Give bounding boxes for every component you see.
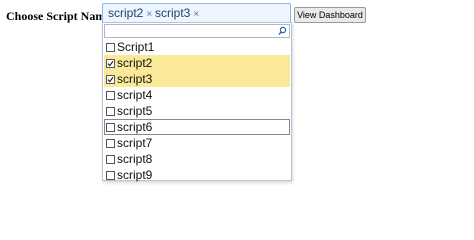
selected-token: script3 × xyxy=(152,5,202,21)
option-item[interactable]: Script1 xyxy=(104,39,290,55)
option-label: script5 xyxy=(117,104,153,118)
option-label: script2 xyxy=(117,56,153,70)
remove-token-icon[interactable]: × xyxy=(193,9,199,20)
token-label: script3 xyxy=(155,6,191,20)
option-checkbox[interactable] xyxy=(106,155,115,164)
option-checkbox[interactable] xyxy=(106,43,115,52)
search-icon xyxy=(278,25,287,37)
option-checkbox[interactable] xyxy=(106,107,115,116)
script-multiselect[interactable]: script2 × script3 × xyxy=(102,3,291,23)
option-item[interactable]: script7 xyxy=(104,135,290,151)
option-checkbox[interactable] xyxy=(106,171,115,180)
option-item[interactable]: script6 xyxy=(104,119,290,135)
option-label: script3 xyxy=(117,72,153,86)
option-item[interactable]: script8 xyxy=(104,151,290,167)
checkmark-icon xyxy=(107,76,114,83)
option-label: script8 xyxy=(117,152,153,166)
options-dropdown: Script1 script2 script3 script4 script5 scrip… xyxy=(102,22,292,183)
option-checkbox[interactable] xyxy=(106,139,115,148)
option-label: script4 xyxy=(117,88,153,102)
filter-input[interactable] xyxy=(104,24,290,38)
option-item[interactable]: script2 xyxy=(104,55,290,71)
option-checkbox[interactable] xyxy=(106,59,115,68)
option-label: script7 xyxy=(117,136,153,150)
option-checkbox[interactable] xyxy=(106,91,115,100)
checkmark-icon xyxy=(107,60,114,67)
option-label: Script1 xyxy=(117,40,155,54)
option-item[interactable]: script4 xyxy=(104,87,290,103)
token-label: script2 xyxy=(108,6,144,20)
option-label: script6 xyxy=(117,120,153,134)
option-item[interactable]: script9 xyxy=(104,167,290,183)
option-checkbox[interactable] xyxy=(106,75,115,84)
script-name-label: Choose Script Name : xyxy=(6,9,118,23)
option-checkbox[interactable] xyxy=(106,123,115,132)
option-label: script9 xyxy=(117,168,153,182)
selected-token: script2 × xyxy=(105,5,155,21)
option-item[interactable]: script5 xyxy=(104,103,290,119)
view-dashboard-button[interactable]: View Dashboard xyxy=(294,7,366,23)
option-item[interactable]: script3 xyxy=(104,71,290,87)
